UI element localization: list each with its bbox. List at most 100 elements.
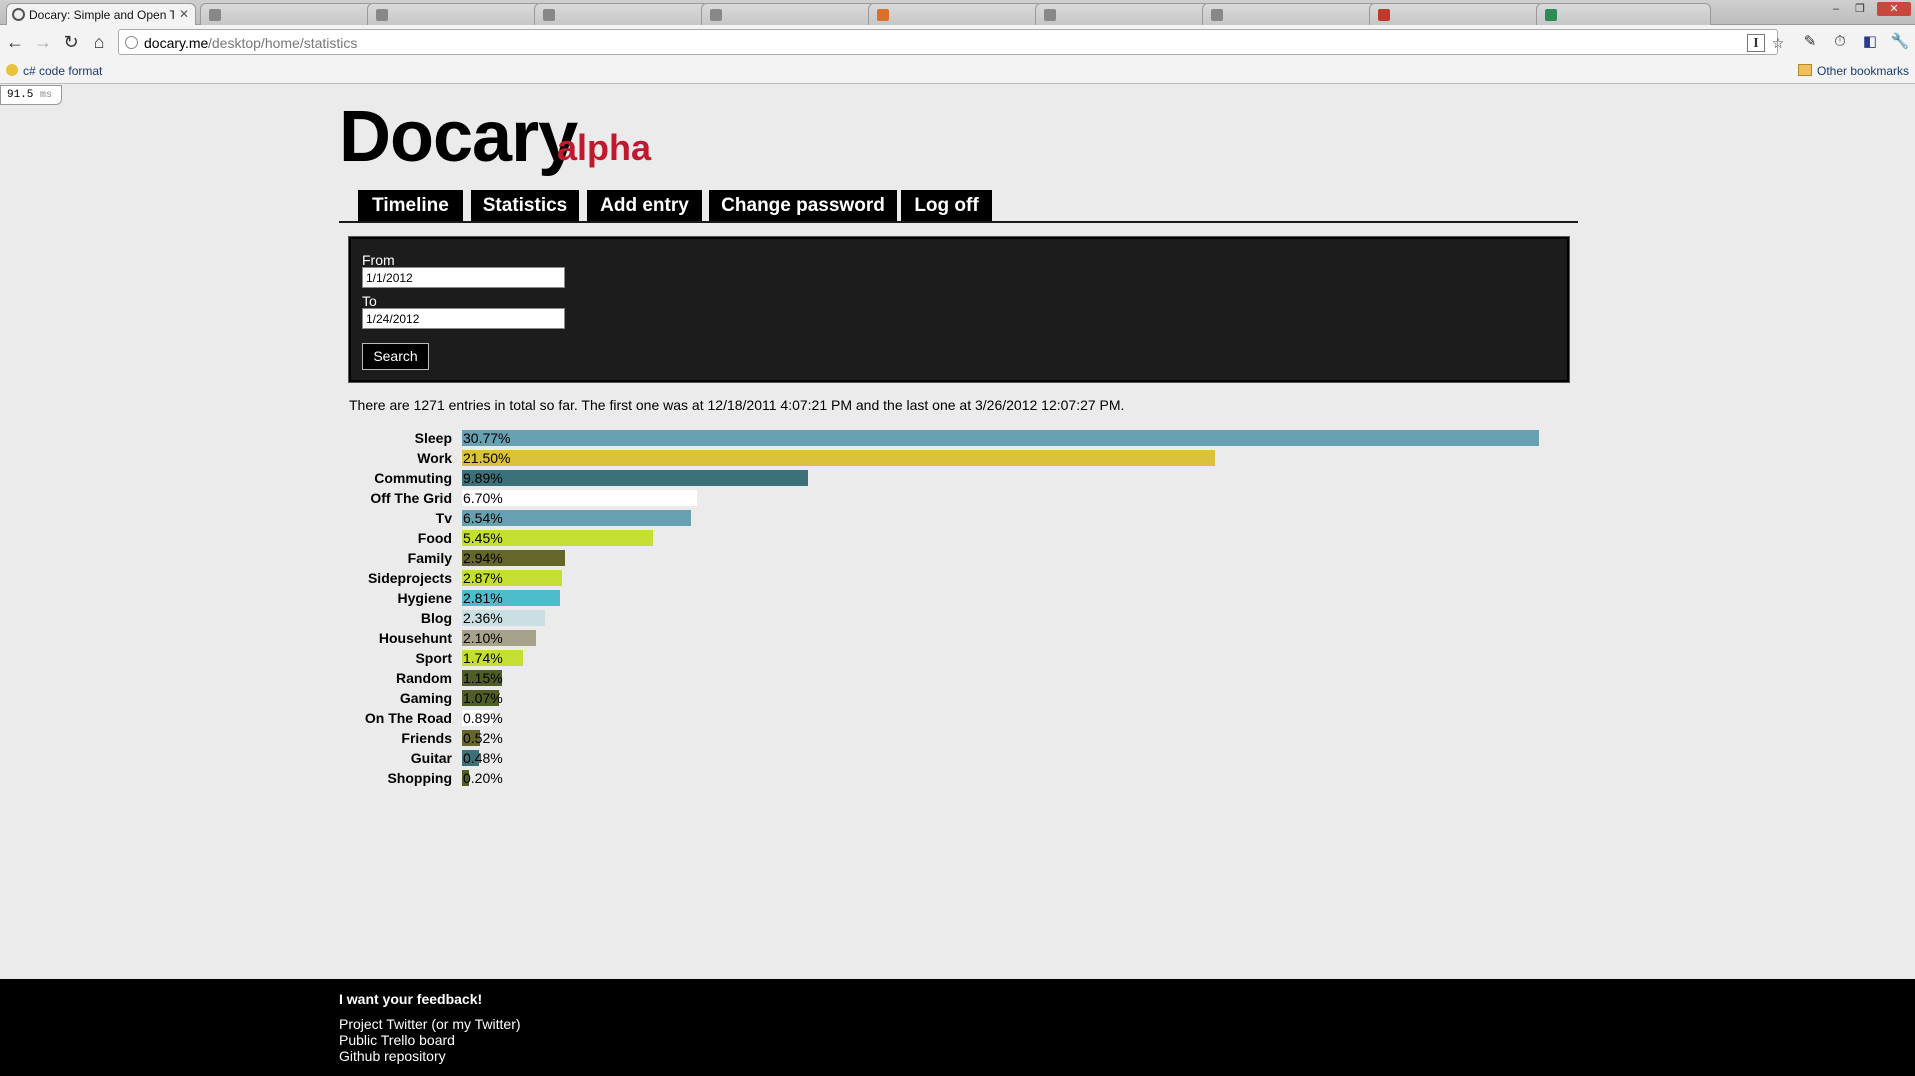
bookmark-c-code-format[interactable]: c# code format [6, 64, 102, 78]
background-tab[interactable] [868, 3, 1043, 25]
stat-row: Guitar 0.48% [330, 749, 1590, 769]
bookmark-star-icon[interactable]: ☆ [1769, 34, 1787, 52]
browser-toolbar: ← → ↻ ⌂ docary.me /desktop/home/statisti… [0, 25, 1915, 60]
tab-close-icon[interactable]: ✕ [179, 7, 189, 21]
footer-link-trello[interactable]: Public Trello board [339, 1032, 455, 1048]
stat-row: Off The Grid 6.70% [330, 489, 1590, 509]
stat-label: Family [407, 550, 452, 566]
stat-row: Tv 6.54% [330, 509, 1590, 529]
stat-row: Sideprojects 2.87% [330, 569, 1590, 589]
logo-alpha-tag: alpha [557, 127, 652, 168]
restore-icon[interactable]: ❐ [1849, 2, 1871, 16]
stat-value: 0.89% [463, 710, 503, 726]
stat-label: Shopping [387, 770, 452, 786]
stat-row: Hygiene 2.81% [330, 589, 1590, 609]
bookmark-favicon-icon [6, 64, 18, 76]
footer-heading: I want your feedback! [339, 991, 483, 1007]
date-range-form: From To Search [348, 236, 1570, 383]
entries-summary: There are 1271 entries in total so far. … [349, 397, 1125, 413]
back-icon[interactable]: ← [4, 31, 26, 53]
stat-value: 0.48% [463, 750, 503, 766]
footer-link-github[interactable]: Github repository [339, 1048, 446, 1064]
stat-value: 2.10% [463, 630, 503, 646]
tab-favicon-icon [209, 9, 221, 21]
tab-title: Docary: Simple and Open T [29, 8, 174, 22]
home-icon[interactable]: ⌂ [88, 31, 110, 53]
stat-value: 2.81% [463, 590, 503, 606]
other-bookmarks[interactable]: Other bookmarks [1798, 64, 1909, 78]
footer-link-twitter[interactable]: Project Twitter (or my Twitter) [339, 1016, 521, 1032]
stat-row: Friends 0.52% [330, 729, 1590, 749]
stat-label: Food [417, 530, 452, 546]
page-info-icon[interactable] [125, 36, 138, 49]
tab-docary[interactable]: Docary: Simple and Open T ✕ [6, 3, 196, 26]
stat-value: 1.15% [463, 670, 503, 686]
tab-favicon-icon [543, 9, 555, 21]
background-tab[interactable] [1035, 3, 1210, 25]
stopwatch-icon[interactable]: ⏱ [1830, 32, 1850, 52]
stat-row: Shopping 0.20% [330, 769, 1590, 789]
site-logo[interactable]: Docary [339, 101, 578, 173]
nav-statistics[interactable]: Statistics [471, 190, 579, 221]
stat-row: Sport 1.74% [330, 649, 1590, 669]
stat-row: Commuting 9.89% [330, 469, 1590, 489]
timing-badge: 91.5 ms [0, 85, 62, 105]
stat-label: Random [396, 670, 452, 686]
to-date-input[interactable] [362, 308, 565, 329]
from-date-input[interactable] [362, 267, 565, 288]
bookmarks-bar: c# code format Other bookmarks [0, 60, 1915, 84]
stat-label: Commuting [374, 470, 452, 486]
stat-bar [462, 450, 1215, 466]
forward-icon[interactable]: → [32, 31, 54, 53]
stat-value: 6.54% [463, 510, 503, 526]
background-tab[interactable] [534, 3, 709, 25]
timing-value: 91.5 [7, 89, 34, 101]
to-label: To [362, 293, 377, 309]
stat-label: Tv [435, 510, 452, 526]
stat-value: 6.70% [463, 490, 503, 506]
tab-favicon-icon [1378, 9, 1390, 21]
stat-label: Off The Grid [370, 490, 452, 506]
stat-bar [462, 470, 809, 486]
stat-value: 30.77% [463, 430, 511, 446]
window-close-icon[interactable]: ✕ [1877, 2, 1911, 16]
nav-timeline[interactable]: Timeline [358, 190, 463, 221]
search-button[interactable]: Search [362, 343, 429, 370]
background-tab[interactable] [1536, 3, 1711, 25]
address-bar[interactable]: docary.me /desktop/home/statistics I ☆ [118, 29, 1784, 55]
reload-icon[interactable]: ↻ [60, 31, 82, 53]
other-bookmarks-label: Other bookmarks [1817, 64, 1910, 78]
stat-value: 2.94% [463, 550, 503, 566]
background-tab[interactable] [1202, 3, 1377, 25]
stat-label: On The Road [364, 710, 452, 726]
reader-icon[interactable]: I [1747, 34, 1765, 52]
stat-value: 21.50% [463, 450, 511, 466]
background-tab[interactable] [200, 3, 375, 25]
nav-add-entry[interactable]: Add entry [587, 190, 702, 221]
minimize-icon[interactable]: – [1825, 2, 1847, 16]
tab-favicon-icon [710, 9, 722, 21]
extension-icon[interactable]: ◧ [1860, 32, 1880, 52]
stat-label: Hygiene [397, 590, 452, 606]
stat-value: 9.89% [463, 470, 503, 486]
url-path: /desktop/home/statistics [208, 35, 358, 51]
stat-label: Blog [420, 610, 452, 626]
folder-icon [1798, 64, 1812, 76]
background-tab[interactable] [701, 3, 876, 25]
background-tab[interactable] [1369, 3, 1544, 25]
from-label: From [362, 252, 395, 268]
nav-log-off[interactable]: Log off [901, 190, 992, 221]
eyedropper-icon[interactable]: ✎ [1800, 32, 1820, 52]
tab-favicon-icon [1545, 9, 1557, 21]
stat-row: Gaming 1.07% [330, 689, 1590, 709]
tab-favicon-icon [1044, 9, 1056, 21]
stat-label: Sideprojects [367, 570, 452, 586]
nav-change-password[interactable]: Change password [709, 190, 897, 221]
stat-value: 1.74% [463, 650, 503, 666]
stat-row: On The Road 0.89% [330, 709, 1590, 729]
nav-divider [339, 221, 1578, 223]
background-tab[interactable] [367, 3, 542, 25]
url-host: docary.me [144, 35, 209, 51]
wrench-icon[interactable]: 🔧 [1890, 32, 1910, 52]
stat-label: Work [417, 450, 452, 466]
